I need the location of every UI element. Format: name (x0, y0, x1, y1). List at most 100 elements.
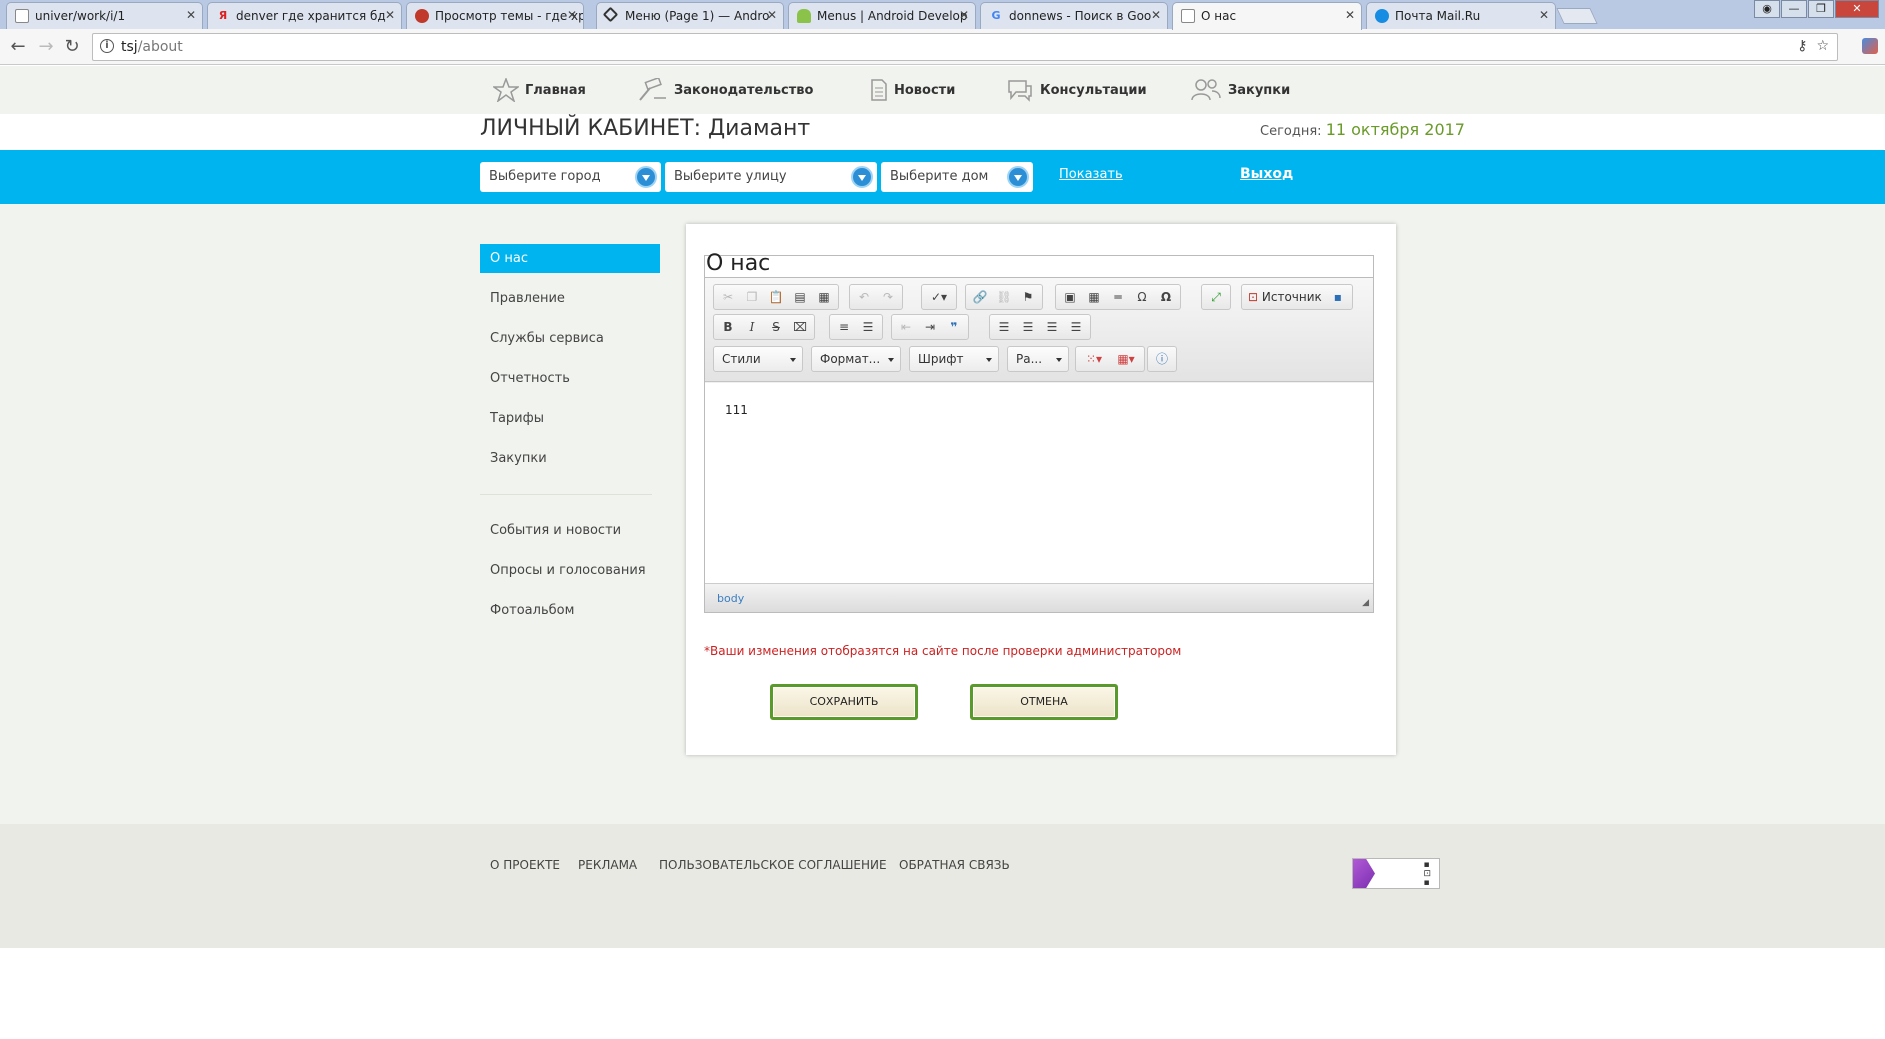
format-combo[interactable]: Формат... (811, 346, 901, 372)
sidebar-item-events[interactable]: События и новости (480, 516, 660, 545)
align-right-icon[interactable]: ☰ (1040, 317, 1064, 337)
sidebar-item-tariffs[interactable]: Тарифы (480, 404, 660, 433)
sidebar-item-purchases[interactable]: Закупки (480, 444, 660, 473)
browser-tab[interactable]: univer/work/i/1 ✕ (6, 2, 203, 29)
paste-word-icon[interactable]: ▦ (812, 287, 836, 307)
sidebar-item-reports[interactable]: Отчетность (480, 364, 660, 393)
cut-icon[interactable]: ✂ (716, 287, 740, 307)
align-center-icon[interactable]: ☰ (1016, 317, 1040, 337)
browser-tab[interactable]: Я denver где хранится бд ✕ (207, 2, 402, 29)
special-char-icon[interactable]: Ω (1130, 287, 1154, 307)
topnav-consultations[interactable]: Консультации (1006, 78, 1147, 102)
browser-tab[interactable]: Меню (Page 1) — Andro ✕ (596, 2, 784, 29)
undo-icon[interactable]: ↶ (852, 287, 876, 307)
topnav-purchases[interactable]: Закупки (1190, 78, 1290, 102)
link-icon[interactable]: 🔗 (968, 287, 992, 307)
redo-icon[interactable]: ↷ (876, 287, 900, 307)
numbered-list-icon[interactable]: ≡ (832, 317, 856, 337)
styles-combo[interactable]: Стили (713, 346, 803, 372)
paste-icon[interactable]: 📋 (764, 287, 788, 307)
browser-tab[interactable]: G donnews - Поиск в Goo ✕ (980, 2, 1168, 29)
sidebar-item-board[interactable]: Правление (480, 284, 660, 313)
paste-text-icon[interactable]: ▤ (788, 287, 812, 307)
remove-format-icon[interactable]: ⌧ (788, 317, 812, 337)
sidebar-item-polls[interactable]: Опросы и голосования (480, 556, 660, 585)
table-icon[interactable]: ▦ (1082, 287, 1106, 307)
bookmark-star-icon[interactable]: ☆ (1816, 38, 1829, 54)
show-link[interactable]: Показать (1059, 167, 1123, 182)
close-icon[interactable]: ✕ (959, 8, 969, 22)
bg-color-icon[interactable]: ▦▾ (1110, 349, 1142, 369)
chevron-down-icon[interactable] (851, 166, 873, 188)
unlink-icon[interactable]: ⛓ (992, 287, 1016, 307)
footer-link-ads[interactable]: РЕКЛАМА (578, 858, 637, 872)
indent-icon[interactable]: ⇥ (918, 317, 942, 337)
bullet-list-icon[interactable]: ☰ (856, 317, 880, 337)
copy-icon[interactable]: ❐ (740, 287, 764, 307)
outdent-icon[interactable]: ⇤ (894, 317, 918, 337)
footer-link-about[interactable]: О ПРОЕКТЕ (490, 858, 560, 872)
close-icon[interactable]: ✕ (567, 8, 577, 22)
align-left-icon[interactable]: ☰ (992, 317, 1016, 337)
info-icon[interactable]: i (100, 39, 114, 53)
footer-link-agreement[interactable]: ПОЛЬЗОВАТЕЛЬСКОЕ СОГЛАШЕНИЕ (659, 858, 887, 872)
size-combo[interactable]: Ра... (1007, 346, 1069, 372)
close-icon[interactable]: ✕ (767, 8, 777, 22)
save-button[interactable]: СОХРАНИТЬ (770, 684, 918, 720)
horizontal-line-icon[interactable]: ═ (1106, 287, 1130, 307)
editor-content[interactable]: 111 (705, 383, 1373, 583)
resize-handle-icon[interactable]: ◢ (1362, 598, 1369, 608)
logout-link[interactable]: Выход (1240, 166, 1293, 182)
chevron-down-icon[interactable] (1007, 166, 1029, 188)
user-icon[interactable]: ◉ (1754, 0, 1780, 18)
image-icon[interactable]: ▣ (1058, 287, 1082, 307)
topnav-home[interactable]: Главная (493, 78, 586, 102)
close-icon[interactable]: ✕ (385, 8, 395, 22)
align-justify-icon[interactable]: ☰ (1064, 317, 1088, 337)
sidebar-item-services[interactable]: Службы сервиса (480, 324, 660, 353)
about-info-icon[interactable]: ⓘ (1150, 349, 1174, 369)
key-icon[interactable]: ⚷ (1797, 38, 1807, 54)
sidebar-item-photos[interactable]: Фотоальбом (480, 596, 660, 625)
close-icon[interactable]: ✕ (186, 8, 196, 22)
footer-link-feedback[interactable]: ОБРАТНАЯ СВЯЗЬ (899, 858, 1010, 872)
blockquote-icon[interactable]: ❞ (942, 317, 966, 337)
close-icon[interactable]: ✕ (1539, 8, 1549, 22)
save-doc-icon[interactable]: ▪ (1326, 287, 1350, 307)
forward-arrow-icon[interactable]: → (34, 35, 58, 59)
source-button[interactable]: ⊡ Источник (1244, 287, 1326, 307)
house-select[interactable]: Выберите дом (881, 162, 1033, 192)
browser-tab[interactable]: Menus | Android Develop ✕ (788, 2, 976, 29)
topnav-legislation[interactable]: Законодательство (636, 78, 813, 102)
special-char-bold-icon[interactable]: Ω (1154, 287, 1178, 307)
sidebar-item-about[interactable]: О нас (480, 244, 660, 273)
browser-tab[interactable]: Почта Mail.Ru ✕ (1366, 2, 1556, 29)
text-color-icon[interactable]: ⁙▾ (1078, 349, 1110, 369)
chevron-down-icon[interactable] (635, 166, 657, 188)
italic-icon[interactable]: I (740, 317, 764, 337)
reload-icon[interactable]: ↻ (60, 35, 84, 59)
cancel-button[interactable]: ОТМЕНА (970, 684, 1118, 720)
topnav-news[interactable]: Новости (870, 78, 955, 102)
close-window-icon[interactable]: ✕ (1835, 0, 1879, 18)
extension-icon[interactable] (1862, 38, 1878, 54)
element-path[interactable]: body (717, 592, 744, 605)
spellcheck-icon[interactable]: ✓▾ (924, 287, 954, 307)
close-icon[interactable]: ✕ (1151, 8, 1161, 22)
font-combo[interactable]: Шрифт (909, 346, 999, 372)
browser-tab[interactable]: Просмотр темы - где хр ✕ (406, 2, 584, 29)
street-select[interactable]: Выберите улицу (665, 162, 877, 192)
anchor-icon[interactable]: ⚑ (1016, 287, 1040, 307)
new-tab-button[interactable] (1556, 8, 1598, 24)
browser-tab-active[interactable]: О нас ✕ (1172, 2, 1362, 30)
back-arrow-icon[interactable]: ← (6, 35, 30, 59)
maximize-editor-icon[interactable]: ⤢ (1204, 287, 1228, 307)
city-select[interactable]: Выберите город (480, 162, 661, 192)
close-icon[interactable]: ✕ (1345, 8, 1355, 22)
strikethrough-icon[interactable]: S (764, 317, 788, 337)
maximize-icon[interactable]: ❐ (1808, 0, 1834, 18)
address-bar[interactable]: i tsj/about ⚷ ☆ (92, 33, 1838, 61)
bold-icon[interactable]: B (716, 317, 740, 337)
visit-counter-badge[interactable]: ▪ ⊡ ▪ (1352, 858, 1440, 889)
minimize-icon[interactable]: — (1781, 0, 1807, 18)
